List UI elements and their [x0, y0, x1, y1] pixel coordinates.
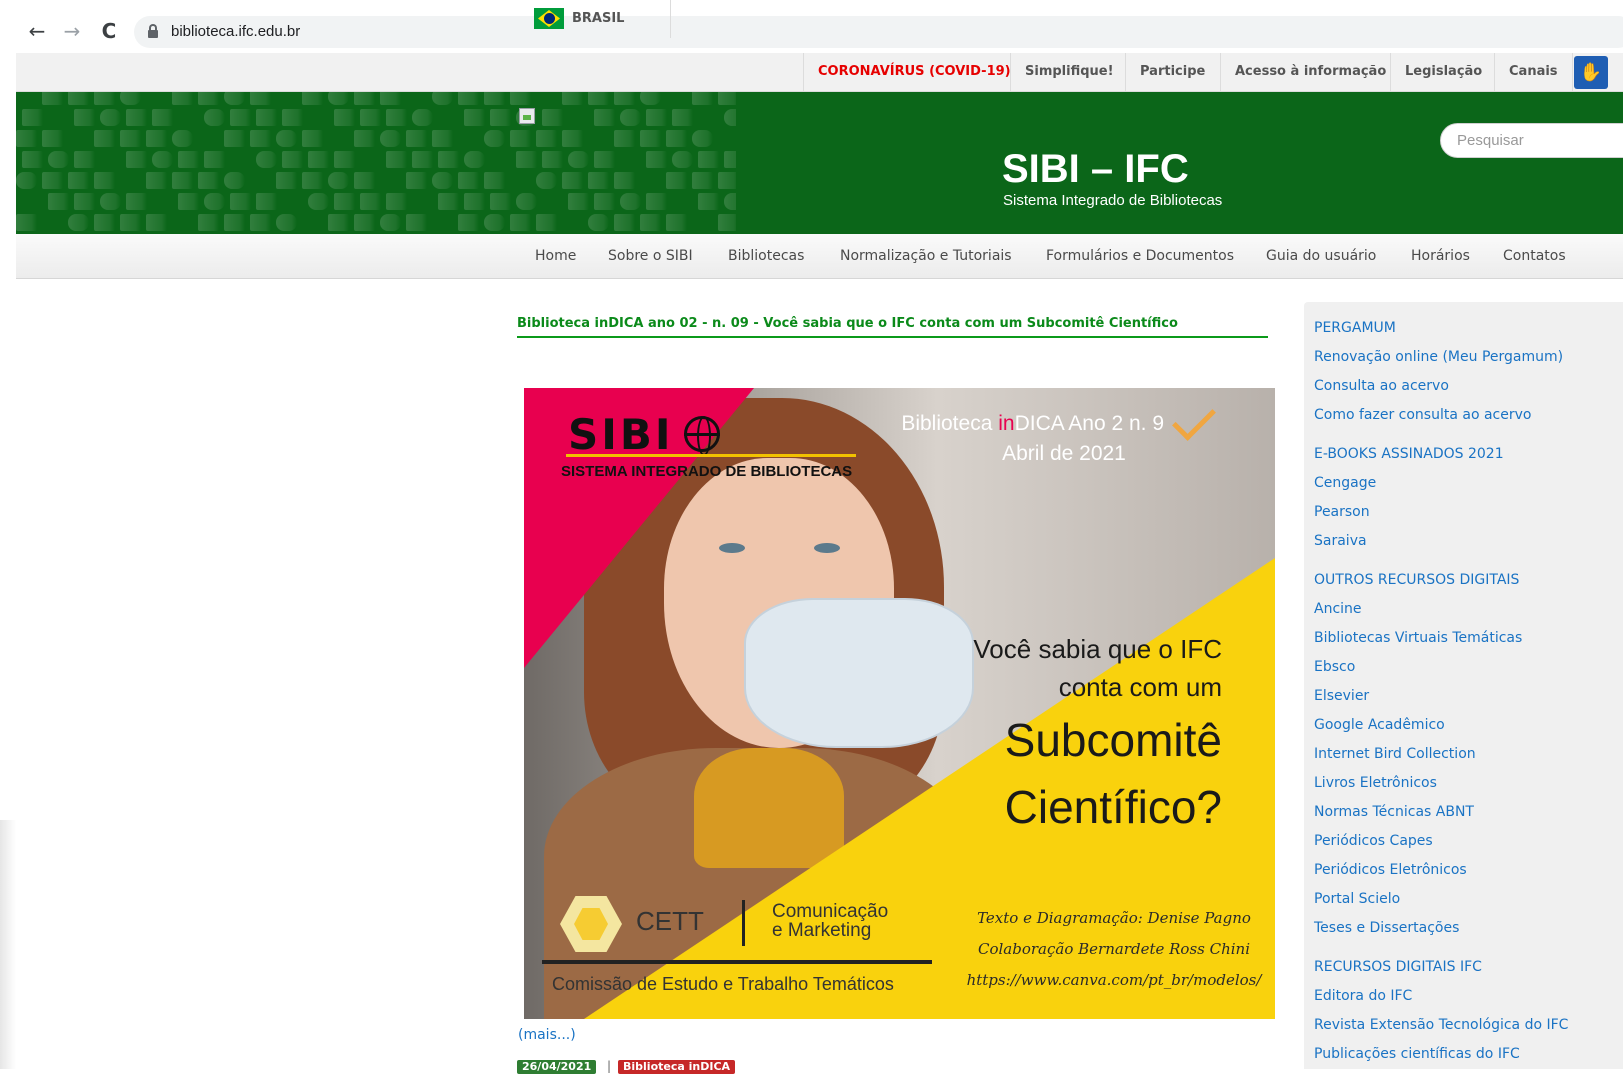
poster-logo-underline — [566, 454, 856, 457]
poster-question-line3: Subcomitê — [1004, 714, 1222, 766]
menu-home[interactable]: Home — [535, 248, 576, 264]
gov-link-acesso-informacao[interactable]: Acesso à informação — [1220, 53, 1400, 91]
poster-issue: Biblioteca inDICA Ano 2 n. 9 — [864, 412, 1164, 436]
poster-face-mask — [744, 598, 974, 748]
post-title-divider — [517, 336, 1268, 338]
sidebar-link[interactable]: Bibliotecas Virtuais Temáticas — [1314, 630, 1522, 646]
sidebar-link[interactable]: Ancine — [1314, 601, 1362, 617]
site-subtitle: Sistema Integrado de Bibliotecas — [1003, 192, 1223, 209]
menu-bibliotecas[interactable]: Bibliotecas — [728, 248, 804, 264]
gov-brasil-link[interactable]: BRASIL — [572, 0, 624, 38]
sidebar-link[interactable]: Ebsco — [1314, 659, 1355, 675]
sidebar-link[interactable]: Consulta ao acervo — [1314, 378, 1449, 394]
header-pattern — [16, 92, 736, 231]
address-bar[interactable] — [134, 16, 1623, 48]
browser-toolbar: ← → C biblioteca.ifc.edu.br — [0, 0, 1623, 53]
sidebar-section-heading[interactable]: RECURSOS DIGITAIS IFC — [1314, 959, 1482, 975]
sidebar-link[interactable]: Normas Técnicas ABNT — [1314, 804, 1474, 820]
url-text[interactable]: biblioteca.ifc.edu.br — [171, 23, 300, 40]
menu-horarios[interactable]: Horários — [1411, 248, 1470, 264]
site-title[interactable]: SIBI – IFC — [1002, 147, 1189, 192]
poster-cett-divider — [742, 900, 745, 946]
sidebar-section-heading[interactable]: PERGAMUM — [1314, 320, 1396, 336]
sidebar-link[interactable]: Elsevier — [1314, 688, 1369, 704]
poster-credits: Texto e Diagramação: Denise Pagno Colabo… — [964, 903, 1264, 996]
sidebar-link[interactable]: Revista Extensão Tecnológica do IFC — [1314, 1017, 1568, 1033]
sidebar-link[interactable]: Pearson — [1314, 504, 1370, 520]
site-header: SIBI – IFC Sistema Integrado de Bibliote… — [16, 92, 1623, 234]
main-menu: Home Sobre o SIBI Bibliotecas Normalizaç… — [16, 234, 1623, 279]
sidebar-link[interactable]: Google Acadêmico — [1314, 717, 1445, 733]
poster-cett: CETT — [636, 906, 704, 936]
sidebar-link[interactable]: Livros Eletrônicos — [1314, 775, 1437, 791]
sidebar-link[interactable]: Saraiva — [1314, 533, 1367, 549]
menu-formularios[interactable]: Formulários e Documentos — [1046, 248, 1234, 264]
forward-arrow-icon[interactable]: → — [61, 20, 83, 42]
poster-cett-dept: Comunicação e Marketing — [772, 902, 888, 940]
poster-person-sweater — [694, 748, 844, 868]
gov-divider — [670, 0, 671, 38]
post-date-badge: 26/04/2021 — [517, 1060, 597, 1074]
poster-credit-text: Texto e Diagramação: Denise Pagno — [977, 909, 1251, 927]
sidebar-link[interactable]: Como fazer consulta ao acervo — [1314, 407, 1531, 423]
poster-issue-highlight: in — [998, 412, 1015, 435]
post-tag-badge[interactable]: Biblioteca inDICA — [618, 1060, 736, 1074]
poster-issue-date: Abril de 2021 — [1002, 442, 1126, 465]
reload-icon[interactable]: C — [98, 20, 120, 42]
sidebar-section-heading[interactable]: E-BOOKS ASSINADOS 2021 — [1314, 446, 1504, 462]
post-title-link[interactable]: Biblioteca inDICA ano 02 - n. 09 - Você … — [517, 316, 1178, 331]
left-edge-shadow — [0, 820, 16, 1069]
sidebar-link[interactable]: Teses e Dissertações — [1314, 920, 1459, 936]
read-more-link[interactable]: (mais...) — [518, 1027, 576, 1043]
sidebar-link[interactable]: Editora do IFC — [1314, 988, 1412, 1004]
poster-person-eye — [719, 543, 745, 553]
menu-guia-usuario[interactable]: Guia do usuário — [1266, 248, 1376, 264]
poster-person-eye — [814, 543, 840, 553]
sidebar-link[interactable]: Periódicos Eletrônicos — [1314, 862, 1467, 878]
poster-issue-prefix: Biblioteca — [901, 412, 999, 435]
poster-sibi-logo: SIBI — [568, 410, 674, 459]
sidebar-link[interactable]: Publicações científicas do IFC — [1314, 1046, 1520, 1062]
search-input[interactable] — [1440, 123, 1623, 158]
gov-link-covid[interactable]: CORONAVÍRUS (COVID-19) — [803, 53, 1025, 91]
lock-icon — [148, 24, 158, 38]
broken-image-icon — [519, 108, 535, 124]
poster-issue-suffix: DICA Ano 2 n. 9 — [1014, 412, 1164, 435]
poster-credit-collab: Colaboração Bernardete Ross Chini — [977, 940, 1250, 958]
sidebar-section-heading[interactable]: OUTROS RECURSOS DIGITAIS — [1314, 572, 1519, 588]
menu-normalizacao[interactable]: Normalização e Tutoriais — [840, 248, 1012, 264]
poster-credit-source: https://www.canva.com/pt_br/modelos/ — [966, 971, 1262, 989]
sidebar-link[interactable]: Portal Scielo — [1314, 891, 1400, 907]
brazil-flag-icon — [534, 8, 564, 29]
sidebar-link[interactable]: Renovação online (Meu Pergamum) — [1314, 349, 1563, 365]
poster-cett-dept-line2: e Marketing — [772, 920, 872, 941]
poster-cett-rule — [542, 960, 932, 964]
accessibility-hand-icon[interactable]: ✋ — [1574, 56, 1608, 89]
poster-question-line2: conta com um — [1058, 672, 1222, 702]
poster-logo-subtitle: SISTEMA INTEGRADO DE BIBLIOTECAS — [561, 463, 853, 480]
back-arrow-icon[interactable]: ← — [26, 20, 48, 42]
gov-link-canais[interactable]: Canais — [1494, 53, 1573, 91]
poster-cett-fullname: Comissão de Estudo e Trabalho Temáticos — [552, 974, 894, 994]
menu-contatos[interactable]: Contatos — [1503, 248, 1566, 264]
gov-link-legislacao[interactable]: Legislação — [1390, 53, 1496, 91]
sidebar-link[interactable]: Internet Bird Collection — [1314, 746, 1476, 762]
poster-question-line1: Você sabia que o IFC — [973, 634, 1222, 664]
gov-link-simplifique[interactable]: Simplifique! — [1010, 53, 1128, 91]
poster-cett-dept-line1: Comunicação — [772, 901, 889, 922]
post-meta-separator: | — [607, 1059, 612, 1073]
sidebar-link[interactable]: Periódicos Capes — [1314, 833, 1433, 849]
globe-icon — [684, 416, 720, 456]
poster-question-line4: Científico? — [1004, 781, 1222, 833]
post-featured-image[interactable]: SIBI SISTEMA INTEGRADO DE BIBLIOTECAS Bi… — [524, 388, 1275, 1019]
menu-sobre-sibi[interactable]: Sobre o SIBI — [608, 248, 693, 264]
sidebar-link[interactable]: Cengage — [1314, 475, 1376, 491]
gov-link-participe[interactable]: Participe — [1125, 53, 1219, 91]
